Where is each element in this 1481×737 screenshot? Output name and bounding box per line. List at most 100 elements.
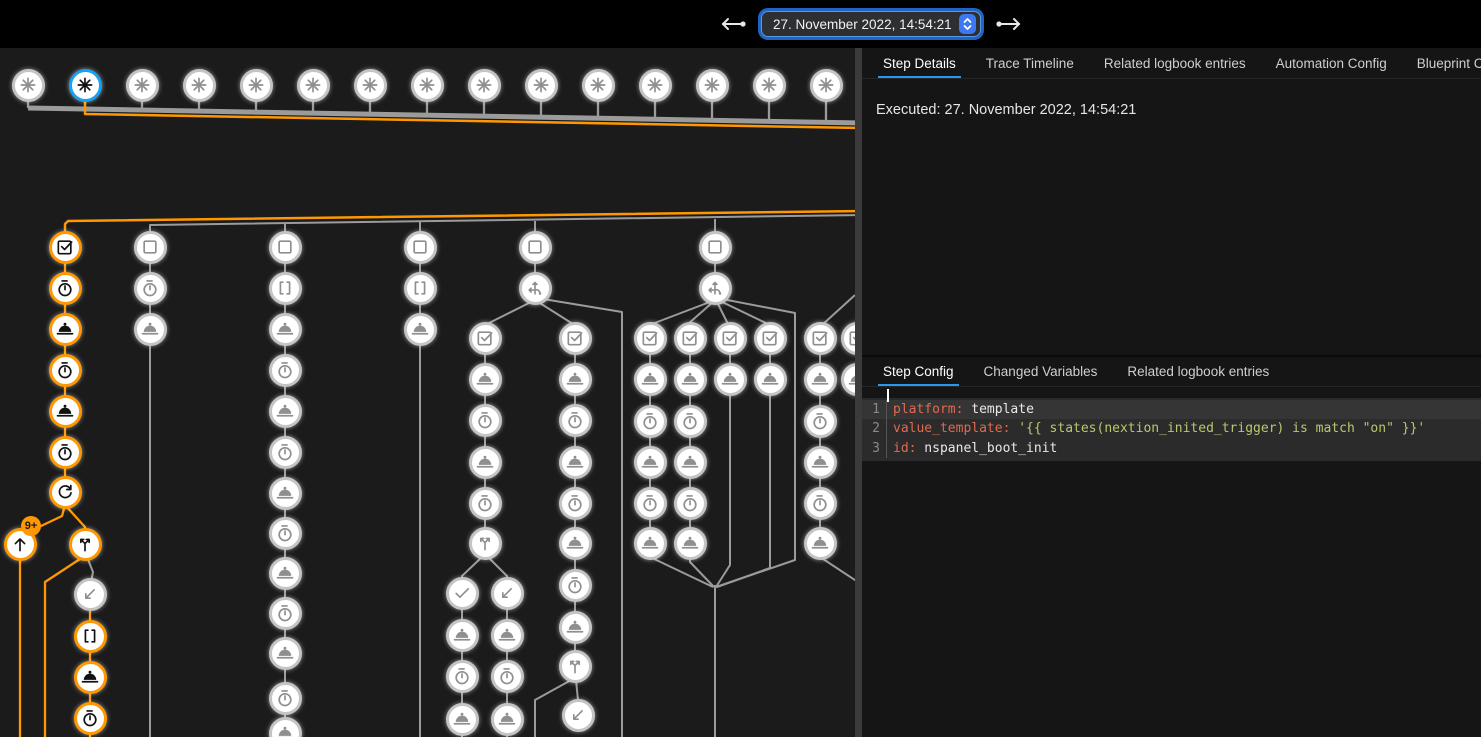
timer-node[interactable] (49, 436, 82, 469)
timer-node[interactable] (446, 660, 479, 693)
tab-related-logbook-entries[interactable]: Related logbook entries (1112, 357, 1284, 386)
tab-step-details[interactable]: Step Details (868, 48, 971, 78)
service-node[interactable] (559, 611, 592, 644)
cond-node[interactable] (134, 231, 167, 264)
timer-node[interactable] (559, 404, 592, 437)
yaml-code-editor[interactable]: 1platform: template2value_template: '{{ … (862, 398, 1481, 461)
cond-node[interactable] (699, 231, 732, 264)
service-node[interactable] (804, 446, 837, 479)
service-node[interactable] (491, 703, 524, 736)
service-node[interactable] (674, 363, 707, 396)
condon-node[interactable] (674, 322, 707, 355)
timer-node[interactable] (674, 487, 707, 520)
split-node[interactable] (69, 528, 102, 561)
timer-node[interactable] (559, 569, 592, 602)
trigger-node[interactable] (354, 69, 387, 102)
service-node[interactable] (469, 446, 502, 479)
split-node[interactable] (559, 650, 592, 683)
service-node[interactable] (134, 313, 167, 346)
trigger-node[interactable] (297, 69, 330, 102)
service-node[interactable] (634, 363, 667, 396)
trigger-node[interactable] (639, 69, 672, 102)
brackets-node[interactable] (74, 620, 107, 653)
service-node[interactable] (634, 446, 667, 479)
timer-node[interactable] (269, 436, 302, 469)
condon-node[interactable] (804, 322, 837, 355)
timer-node[interactable] (269, 517, 302, 550)
timer-node[interactable] (634, 405, 667, 438)
timer-node[interactable] (269, 597, 302, 630)
run-select[interactable]: 27. November 2022, 14:54:21 (761, 11, 981, 37)
service-node[interactable] (804, 527, 837, 560)
timer-node[interactable] (804, 405, 837, 438)
timer-node[interactable] (634, 487, 667, 520)
previous-run-button[interactable] (718, 11, 748, 37)
trigger-node[interactable] (696, 69, 729, 102)
service-node[interactable] (804, 363, 837, 396)
trigger-node[interactable] (183, 69, 216, 102)
trigger-node[interactable] (582, 69, 615, 102)
condon-node[interactable] (469, 322, 502, 355)
tab-step-config[interactable]: Step Config (868, 357, 969, 386)
service-node[interactable] (559, 363, 592, 396)
service-node[interactable] (674, 446, 707, 479)
cond-node[interactable] (269, 231, 302, 264)
service-node[interactable] (446, 619, 479, 652)
timer-node[interactable] (134, 272, 167, 305)
trigger-node[interactable] (126, 69, 159, 102)
timer-node[interactable] (269, 354, 302, 387)
repeat-node[interactable] (49, 476, 82, 509)
brackets-node[interactable] (269, 272, 302, 305)
choose-node[interactable] (699, 272, 732, 305)
service-node[interactable] (754, 363, 787, 396)
service-node[interactable] (49, 313, 82, 346)
trigger-node[interactable] (525, 69, 558, 102)
choose-node[interactable] (519, 272, 552, 305)
cond-node[interactable] (519, 231, 552, 264)
next-run-button[interactable] (994, 11, 1024, 37)
timer-node[interactable] (469, 404, 502, 437)
split-node[interactable] (469, 527, 502, 560)
service-node[interactable] (674, 527, 707, 560)
timer-node[interactable] (49, 354, 82, 387)
service-node[interactable] (269, 557, 302, 590)
condon-node[interactable] (754, 322, 787, 355)
service-node[interactable] (634, 527, 667, 560)
timer-node[interactable] (491, 660, 524, 693)
service-node[interactable] (404, 313, 437, 346)
trigger-node[interactable] (69, 69, 102, 102)
service-node[interactable] (559, 527, 592, 560)
graph-scrollbar[interactable] (855, 48, 862, 737)
dl-node[interactable] (74, 578, 107, 611)
service-node[interactable] (74, 661, 107, 694)
timer-node[interactable] (269, 682, 302, 715)
condon-node[interactable] (559, 322, 592, 355)
service-node[interactable] (269, 637, 302, 670)
timer-node[interactable] (49, 272, 82, 305)
service-node[interactable] (269, 395, 302, 428)
condon-node[interactable] (634, 322, 667, 355)
trigger-node[interactable] (468, 69, 501, 102)
timer-node[interactable] (469, 487, 502, 520)
tab-related-logbook-entries[interactable]: Related logbook entries (1089, 48, 1261, 78)
trigger-node[interactable] (810, 69, 843, 102)
service-node[interactable] (714, 363, 747, 396)
service-node[interactable] (446, 703, 479, 736)
trigger-node[interactable] (411, 69, 444, 102)
timer-node[interactable] (559, 487, 592, 520)
tab-changed-variables[interactable]: Changed Variables (969, 357, 1113, 386)
service-node[interactable] (269, 477, 302, 510)
trigger-node[interactable] (12, 69, 45, 102)
timer-node[interactable] (804, 487, 837, 520)
tab-trace-timeline[interactable]: Trace Timeline (971, 48, 1089, 78)
condon-node[interactable] (49, 231, 82, 264)
cond-node[interactable] (404, 231, 437, 264)
check-node[interactable] (446, 577, 479, 610)
condon-node[interactable] (714, 322, 747, 355)
trigger-node[interactable] (240, 69, 273, 102)
tab-blueprint-config[interactable]: Blueprint Config (1402, 48, 1481, 78)
trace-graph[interactable]: 9+ (0, 48, 855, 737)
tab-automation-config[interactable]: Automation Config (1261, 48, 1402, 78)
service-node[interactable] (49, 395, 82, 428)
brackets-node[interactable] (404, 272, 437, 305)
